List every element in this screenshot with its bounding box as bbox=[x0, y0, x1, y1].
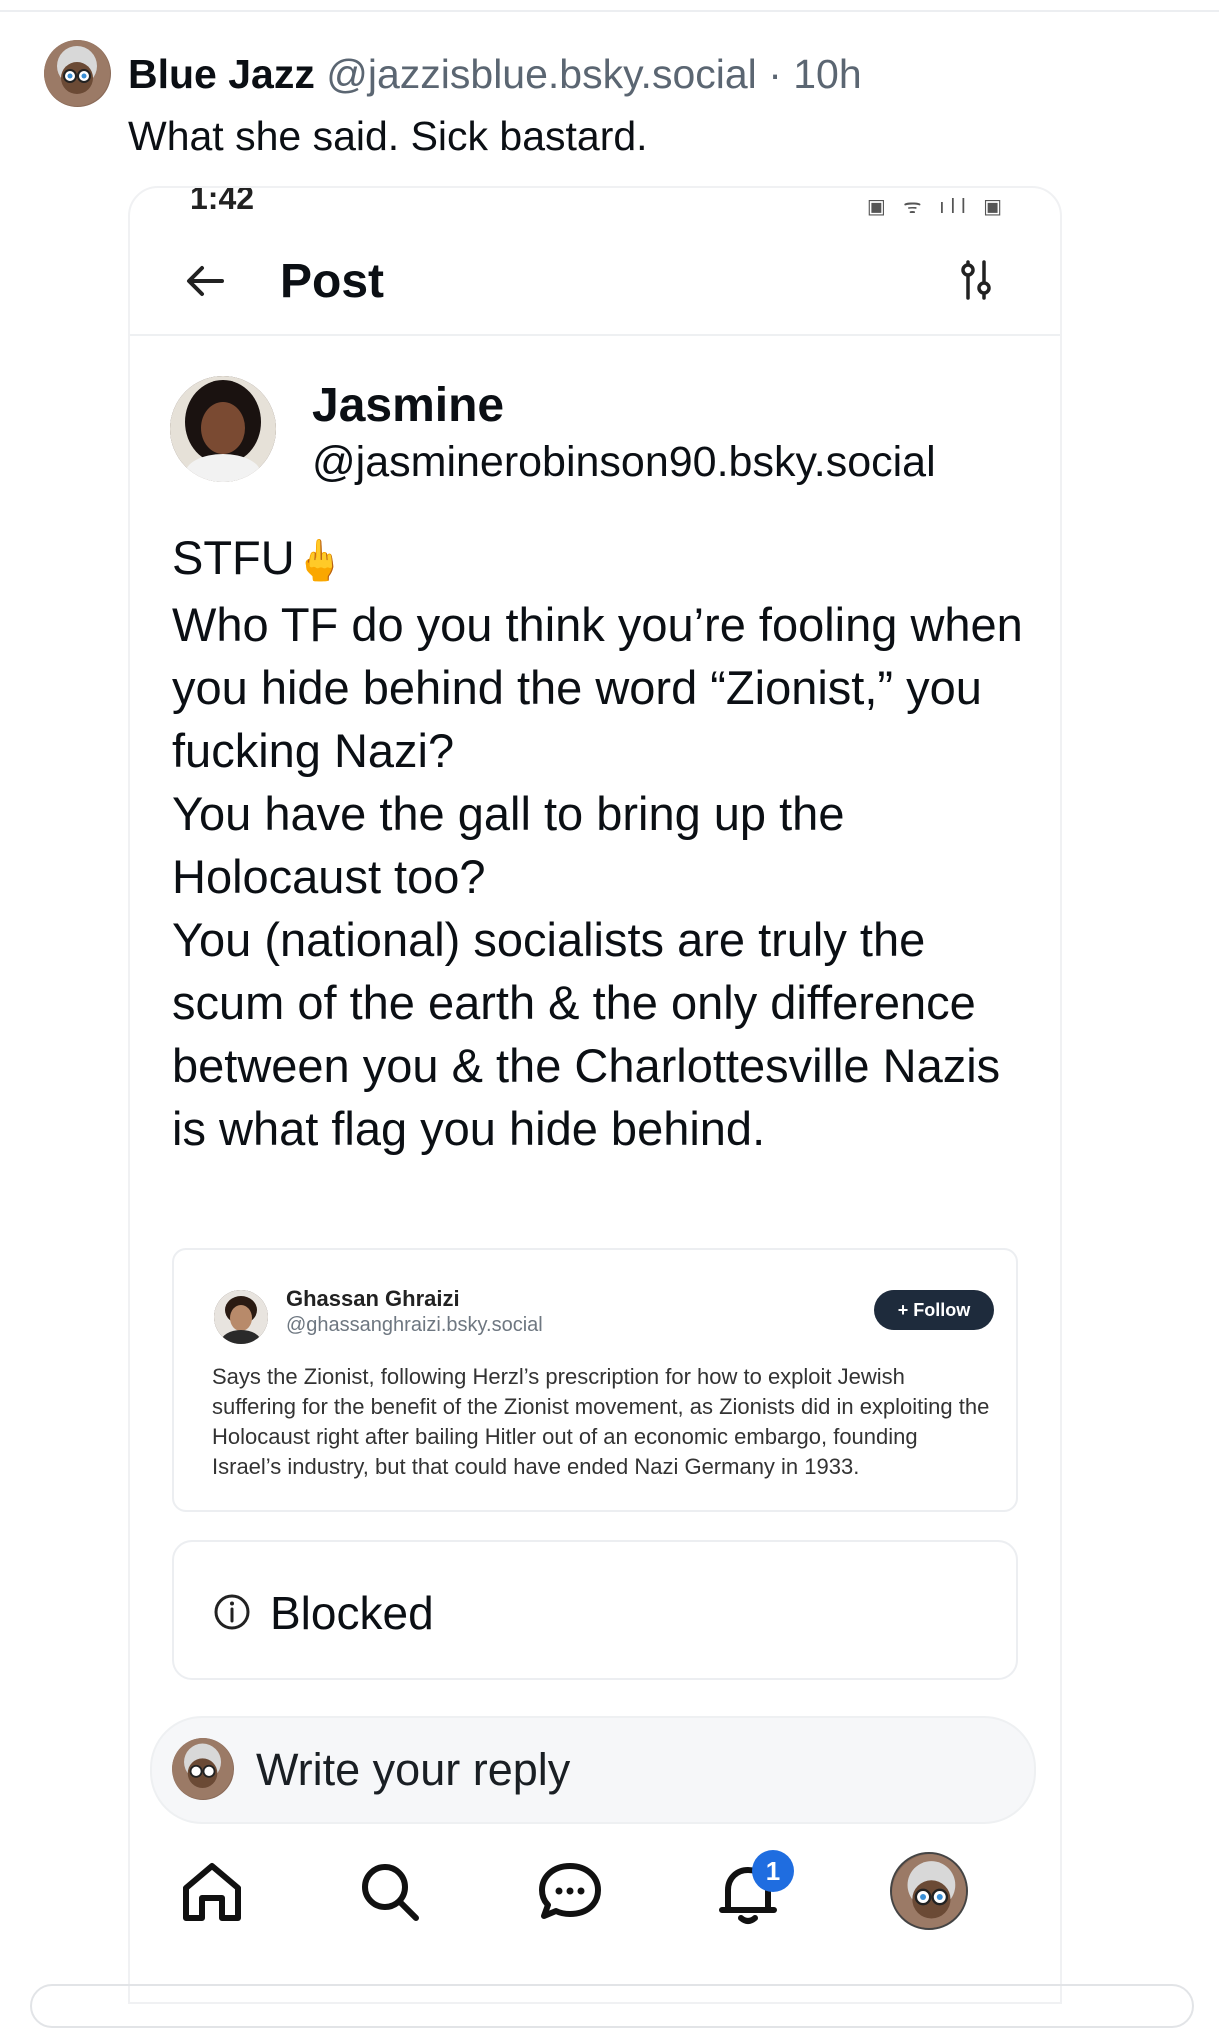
post-line-text: STFU bbox=[172, 531, 295, 584]
notification-badge: 1 bbox=[752, 1850, 794, 1892]
tab-search[interactable] bbox=[350, 1852, 430, 1932]
tab-notifications[interactable]: 1 bbox=[708, 1850, 794, 1932]
status-time: 1:42 bbox=[190, 186, 255, 216]
info-icon bbox=[214, 1594, 250, 1630]
post-paragraph: Who TF do you think you’re fooling when … bbox=[172, 598, 1023, 777]
display-name[interactable]: Blue Jazz bbox=[128, 51, 315, 97]
post-body: STFU🖕 Who TF do you think you’re fooling… bbox=[172, 526, 1032, 1160]
tab-profile[interactable] bbox=[890, 1852, 970, 1932]
post-header-bar: Post bbox=[130, 228, 1060, 336]
quote-author-name[interactable]: Ghassan Ghraizi bbox=[286, 1286, 460, 1312]
post-paragraph: You have the gall to bring up the Holoca… bbox=[172, 787, 845, 903]
back-arrow-icon[interactable] bbox=[178, 254, 232, 308]
quote-avatar[interactable] bbox=[214, 1290, 268, 1344]
post-line: STFU🖕 bbox=[172, 526, 1032, 593]
post-text: What she said. Sick bastard. bbox=[128, 113, 648, 159]
author-handle[interactable]: @jasminerobinson90.bsky.social bbox=[312, 438, 936, 487]
bottom-card-edge bbox=[30, 1984, 1194, 2028]
reply-placeholder[interactable]: Write your reply bbox=[256, 1744, 570, 1796]
author-avatar[interactable] bbox=[170, 376, 276, 482]
chat-icon bbox=[539, 1863, 601, 1919]
separator: · bbox=[768, 51, 782, 97]
home-icon bbox=[183, 1863, 241, 1921]
author-name[interactable]: Jasmine bbox=[312, 378, 504, 433]
page-title: Post bbox=[280, 255, 385, 308]
status-icons: ▣ ᯤ ıll ▣ bbox=[866, 196, 1008, 218]
post-header: Blue Jazz @jazzisblue.bsky.social · 10h bbox=[128, 48, 862, 100]
quoted-post[interactable]: Ghassan Ghraizi @ghassanghraizi.bsky.soc… bbox=[172, 1248, 1018, 1512]
avatar bbox=[172, 1738, 234, 1800]
settings-sliders-icon[interactable] bbox=[952, 256, 1000, 304]
follow-button[interactable]: + Follow bbox=[874, 1290, 994, 1330]
quote-author-handle[interactable]: @ghassanghraizi.bsky.social bbox=[286, 1314, 543, 1337]
avatar bbox=[890, 1852, 968, 1930]
post-paragraph: You (national) socialists are truly the … bbox=[172, 913, 1001, 1155]
bottom-tab-bar: 1 bbox=[130, 1842, 1060, 1952]
tab-chat[interactable] bbox=[530, 1852, 610, 1932]
blocked-notice[interactable]: Blocked bbox=[172, 1540, 1018, 1680]
blocked-label: Blocked bbox=[270, 1587, 434, 1639]
outer-post: Blue Jazz @jazzisblue.bsky.social · 10h … bbox=[44, 40, 1204, 170]
handle[interactable]: @jazzisblue.bsky.social bbox=[326, 51, 757, 97]
avatar[interactable] bbox=[44, 40, 111, 107]
quote-text: Says the Zionist, following Herzl’s pres… bbox=[212, 1364, 990, 1479]
top-divider bbox=[0, 10, 1219, 12]
tab-home[interactable] bbox=[172, 1852, 252, 1932]
embedded-screenshot[interactable]: 1:42 ▣ ᯤ ıll ▣ Post Jasmine @jasminerobi… bbox=[128, 186, 1062, 2004]
middle-finger-emoji: 🖕 bbox=[294, 539, 345, 583]
timestamp[interactable]: 10h bbox=[793, 51, 861, 97]
reply-input[interactable]: Write your reply bbox=[150, 1716, 1036, 1824]
search-icon bbox=[362, 1864, 419, 1921]
